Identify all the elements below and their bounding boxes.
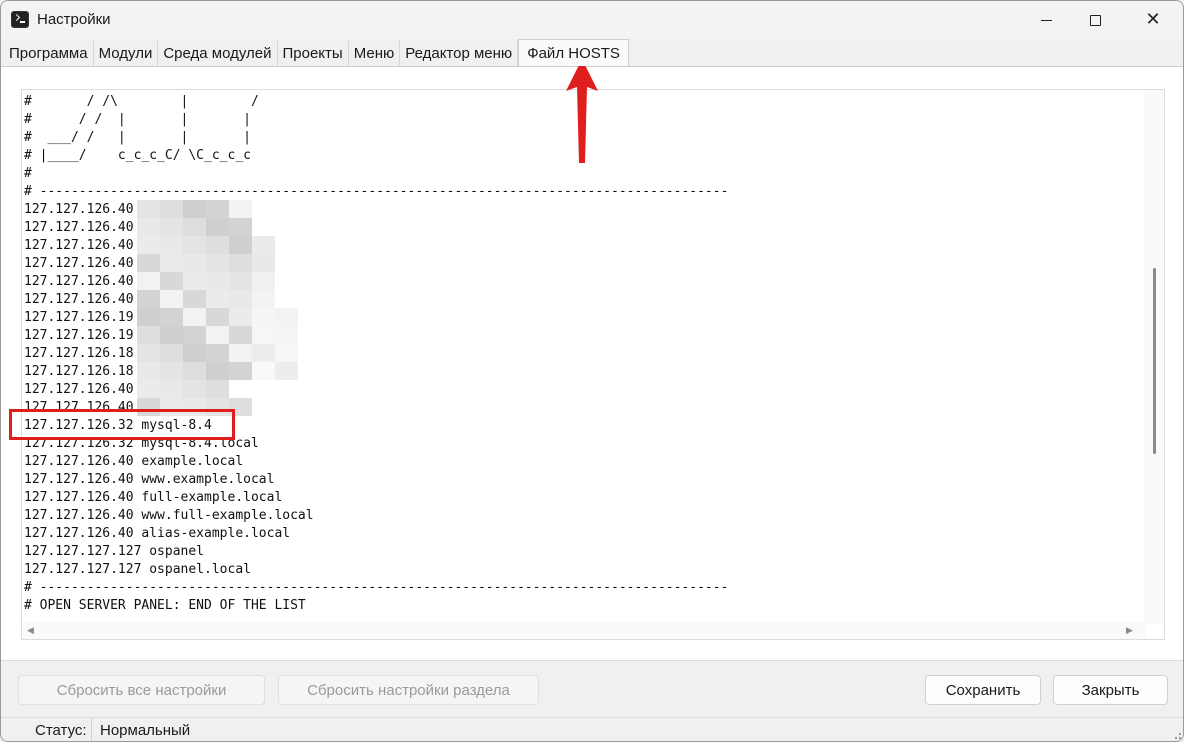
hosts-editor[interactable]: # / /\ | / # / / | | | # ___/ / | | | # |__… [21,89,1165,640]
reset-all-settings-button[interactable]: Сбросить все настройки [18,675,265,705]
hosts-line: # OPEN SERVER PANEL: END OF THE LIST [24,598,306,613]
hosts-line: 127.127.126.40 [24,382,134,397]
hosts-line: 127.127.126.40 [24,292,134,307]
tab-hosts-file[interactable]: Файл HOSTS [518,39,629,66]
hosts-line: 127.127.127.127 ospanel [24,544,205,559]
settings-window: Настройки ✕ Программа Модули Среда модул… [0,0,1184,742]
close-window-button[interactable]: ✕ [1130,1,1176,39]
hosts-line: 127.127.126.40 [24,220,134,235]
tab-program[interactable]: Программа [4,41,94,66]
vertical-scroll-thumb[interactable] [1153,268,1156,454]
hosts-line: 127.127.126.40 alias-example.local [24,526,291,541]
hosts-line: 127.127.126.32 mysql-8.4.local [24,436,259,451]
action-bar: Сбросить все настройки Сбросить настройк… [1,662,1183,716]
hosts-line: # / / | | | [24,112,251,127]
resize-grip-icon[interactable] [1171,729,1181,739]
tab-module-environment[interactable]: Среда модулей [158,41,278,66]
hosts-line: # |____/ c_c_c_C/ \C_c_c_c [24,148,251,163]
horizontal-scrollbar[interactable]: ◀ ▶ [22,622,1146,639]
hosts-line: # / /\ | / [24,94,259,109]
hosts-line: 127.127.126.18 [24,364,134,379]
scroll-right-icon[interactable]: ▶ [1126,625,1133,636]
tab-projects[interactable]: Проекты [277,41,349,66]
hosts-line: 127.127.126.40 [24,202,134,217]
hosts-line: 127.127.126.40 [24,256,134,271]
status-bar: Статус: Нормальный [1,717,1183,741]
settings-tabs: Программа Модули Среда модулей Проекты М… [4,39,629,67]
hosts-line: # ___/ / | | | [24,130,251,145]
hosts-line: # --------------------------------------… [24,580,729,595]
hosts-text-area[interactable]: # / /\ | / # / / | | | # ___/ / | | | # |__… [24,93,1144,623]
close-icon: ✕ [1145,9,1161,30]
scroll-left-icon[interactable]: ◀ [27,625,34,636]
maximize-icon [1089,14,1101,26]
window-title: Настройки [37,11,111,28]
hosts-line: # [24,166,32,181]
hosts-line: 127.127.126.19 [24,328,134,343]
save-button[interactable]: Сохранить [925,675,1041,705]
status-value: Нормальный [100,722,191,739]
hosts-line: 127.127.126.19 [24,310,134,325]
hosts-line: 127.127.126.40 www.example.local [24,472,275,487]
hosts-line: 127.127.126.40 [24,238,134,253]
minimize-button[interactable] [1023,1,1069,39]
status-label: Статус: [1,718,92,741]
tab-menu[interactable]: Меню [348,41,401,66]
hosts-line: 127.127.126.40 [24,274,134,289]
close-button[interactable]: Закрыть [1053,675,1168,705]
reset-section-settings-button[interactable]: Сбросить настройки раздела [278,675,539,705]
hosts-line: 127.127.126.40 example.local [24,454,244,469]
maximize-button[interactable] [1072,1,1118,39]
vertical-scrollbar[interactable] [1144,90,1164,624]
tab-content-panel: # / /\ | / # / / | | | # ___/ / | | | # |__… [1,66,1183,661]
hosts-line: 127.127.126.32 mysql-8.4 [24,418,212,433]
hosts-line: 127.127.126.40 www.full-example.local [24,508,314,523]
hosts-line: 127.127.126.18 [24,346,134,361]
hosts-line: # --------------------------------------… [24,184,729,199]
tab-menu-editor[interactable]: Редактор меню [400,41,519,66]
terminal-icon [11,11,29,28]
minimize-icon [1040,19,1052,21]
hosts-line: 127.127.126.40 [24,400,134,415]
hosts-line: 127.127.126.40 full-example.local [24,490,283,505]
title-bar: Настройки ✕ [1,1,1183,39]
hosts-line: 127.127.127.127 ospanel.local [24,562,251,577]
tab-modules[interactable]: Модули [93,41,159,66]
